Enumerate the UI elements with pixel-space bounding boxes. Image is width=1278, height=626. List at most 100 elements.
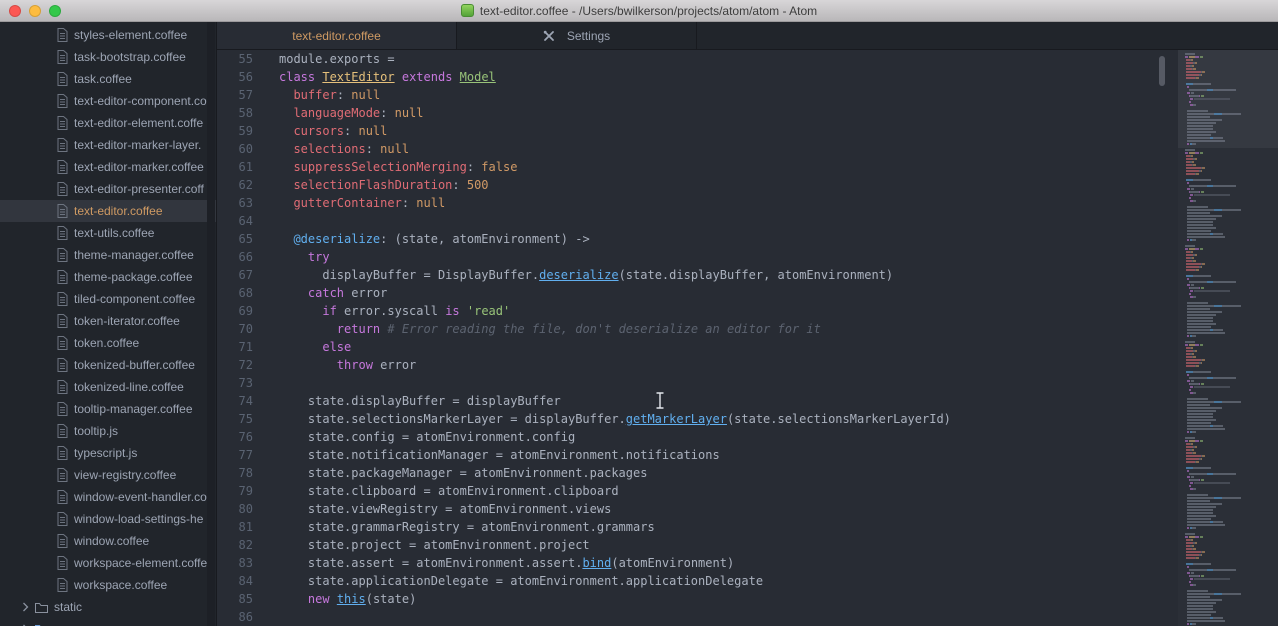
line-number[interactable]: 64 — [217, 212, 253, 230]
gutter[interactable]: 5556575859606162636465666768697071727374… — [217, 50, 253, 626]
tree-item[interactable]: text-editor.coffee — [0, 200, 216, 222]
line-number[interactable]: 75 — [217, 410, 253, 428]
line-number[interactable]: 82 — [217, 536, 253, 554]
code-line[interactable]: throw error — [279, 356, 1278, 374]
editor-scrollbar[interactable] — [1158, 50, 1166, 626]
line-number[interactable]: 74 — [217, 392, 253, 410]
code-line[interactable]: class TextEditor extends Model — [279, 68, 1278, 86]
line-number[interactable]: 63 — [217, 194, 253, 212]
code-line[interactable]: state.project = atomEnvironment.project — [279, 536, 1278, 554]
tree-item[interactable]: text-editor-marker-layer. — [0, 134, 216, 156]
tree-item[interactable]: static — [0, 596, 216, 618]
line-number[interactable]: 70 — [217, 320, 253, 338]
line-number[interactable]: 80 — [217, 500, 253, 518]
code-line[interactable]: buffer: null — [279, 86, 1278, 104]
line-number[interactable]: 65 — [217, 230, 253, 248]
line-number[interactable]: 58 — [217, 104, 253, 122]
line-number[interactable]: 56 — [217, 68, 253, 86]
line-number[interactable]: 84 — [217, 572, 253, 590]
code-line[interactable] — [279, 608, 1278, 626]
tree-item[interactable]: token-iterator.coffee — [0, 310, 216, 332]
line-number[interactable]: 61 — [217, 158, 253, 176]
code-line[interactable]: @deserialize: (state, atomEnvironment) -… — [279, 230, 1278, 248]
tree-item[interactable]: window-event-handler.co — [0, 486, 216, 508]
line-number[interactable]: 78 — [217, 464, 253, 482]
tree-item[interactable] — [0, 618, 216, 626]
tree-item[interactable]: typescript.js — [0, 442, 216, 464]
line-number[interactable]: 67 — [217, 266, 253, 284]
tab-settings[interactable]: Settings — [457, 22, 697, 49]
tree-item[interactable]: tokenized-buffer.coffee — [0, 354, 216, 376]
tree-item[interactable]: window.coffee — [0, 530, 216, 552]
tree-item[interactable]: workspace.coffee — [0, 574, 216, 596]
tree-item[interactable]: text-editor-presenter.coff — [0, 178, 216, 200]
line-number[interactable]: 86 — [217, 608, 253, 626]
tree-item[interactable]: text-editor-element.coffe — [0, 112, 216, 134]
code-line[interactable] — [279, 374, 1278, 392]
code-line[interactable]: languageMode: null — [279, 104, 1278, 122]
line-number[interactable]: 72 — [217, 356, 253, 374]
code-line[interactable]: selectionFlashDuration: 500 — [279, 176, 1278, 194]
tree-item[interactable]: theme-manager.coffee — [0, 244, 216, 266]
tab-text-editor[interactable]: text-editor.coffee — [217, 22, 457, 49]
tree-item[interactable]: token.coffee — [0, 332, 216, 354]
line-number[interactable]: 57 — [217, 86, 253, 104]
tree-item[interactable]: styles-element.coffee — [0, 24, 216, 46]
line-number[interactable]: 77 — [217, 446, 253, 464]
code-line[interactable]: state.grammarRegistry = atomEnvironment.… — [279, 518, 1278, 536]
tree-item[interactable]: task-bootstrap.coffee — [0, 46, 216, 68]
line-number[interactable]: 60 — [217, 140, 253, 158]
code-line[interactable]: displayBuffer = DisplayBuffer.deserializ… — [279, 266, 1278, 284]
code-line[interactable]: selections: null — [279, 140, 1278, 158]
code-line[interactable]: module.exports = — [279, 50, 1278, 68]
code-line[interactable]: return # Error reading the file, don't d… — [279, 320, 1278, 338]
tree-item[interactable]: workspace-element.coffee — [0, 552, 216, 574]
code-line[interactable]: if error.syscall is 'read' — [279, 302, 1278, 320]
code-line[interactable]: state.selectionsMarkerLayer = displayBuf… — [279, 410, 1278, 428]
tree-item[interactable]: text-editor-component.co — [0, 90, 216, 112]
line-number[interactable]: 79 — [217, 482, 253, 500]
code-line[interactable]: state.config = atomEnvironment.config — [279, 428, 1278, 446]
line-number[interactable]: 62 — [217, 176, 253, 194]
line-number[interactable]: 73 — [217, 374, 253, 392]
tree-item[interactable]: tiled-component.coffee — [0, 288, 216, 310]
tree-item[interactable]: theme-package.coffee — [0, 266, 216, 288]
code-line[interactable]: catch error — [279, 284, 1278, 302]
line-number[interactable]: 71 — [217, 338, 253, 356]
code-line[interactable]: gutterContainer: null — [279, 194, 1278, 212]
code-area[interactable]: module.exports =class TextEditor extends… — [253, 50, 1278, 626]
line-number[interactable]: 81 — [217, 518, 253, 536]
minimap[interactable] — [1178, 50, 1278, 626]
line-number[interactable]: 83 — [217, 554, 253, 572]
code-line[interactable]: else — [279, 338, 1278, 356]
tree-item[interactable]: text-utils.coffee — [0, 222, 216, 244]
code-line[interactable]: state.applicationDelegate = atomEnvironm… — [279, 572, 1278, 590]
code-line[interactable]: state.notificationManager = atomEnvironm… — [279, 446, 1278, 464]
scrollbar-thumb[interactable] — [1159, 56, 1165, 86]
code-line[interactable]: state.displayBuffer = displayBuffer — [279, 392, 1278, 410]
code-line[interactable] — [279, 212, 1278, 230]
title-bar[interactable]: text-editor.coffee - /Users/bwilkerson/p… — [0, 0, 1278, 22]
code-line[interactable]: state.packageManager = atomEnvironment.p… — [279, 464, 1278, 482]
code-line[interactable]: cursors: null — [279, 122, 1278, 140]
code-line[interactable]: new this(state) — [279, 590, 1278, 608]
tree-item[interactable]: tooltip.js — [0, 420, 216, 442]
line-number[interactable]: 69 — [217, 302, 253, 320]
code-line[interactable]: try — [279, 248, 1278, 266]
tree-item[interactable]: tokenized-line.coffee — [0, 376, 216, 398]
code-line[interactable]: state.viewRegistry = atomEnvironment.vie… — [279, 500, 1278, 518]
line-number[interactable]: 68 — [217, 284, 253, 302]
code-line[interactable]: state.clipboard = atomEnvironment.clipbo… — [279, 482, 1278, 500]
tree-item[interactable]: task.coffee — [0, 68, 216, 90]
tree-item[interactable]: window-load-settings-he — [0, 508, 216, 530]
line-number[interactable]: 85 — [217, 590, 253, 608]
line-number[interactable]: 55 — [217, 50, 253, 68]
line-number[interactable]: 66 — [217, 248, 253, 266]
tree-item[interactable]: text-editor-marker.coffee — [0, 156, 216, 178]
code-line[interactable]: state.assert = atomEnvironment.assert.bi… — [279, 554, 1278, 572]
line-number[interactable]: 76 — [217, 428, 253, 446]
tree-item[interactable]: tooltip-manager.coffee — [0, 398, 216, 420]
chevron-right-icon[interactable] — [22, 602, 29, 612]
tree-item[interactable]: view-registry.coffee — [0, 464, 216, 486]
tree-scrollbar[interactable] — [207, 22, 215, 626]
